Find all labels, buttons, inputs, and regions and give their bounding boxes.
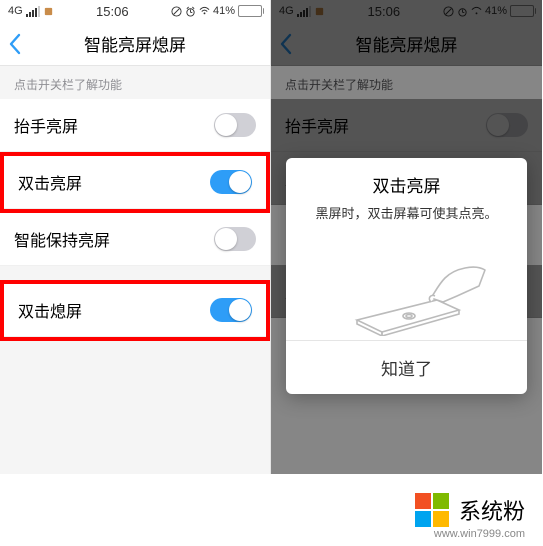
chevron-left-icon — [8, 33, 22, 55]
battery-icon — [238, 5, 262, 17]
modal-ok-button[interactable]: 知道了 — [286, 340, 527, 394]
toggle-doubletap-sleep[interactable] — [210, 298, 252, 322]
row-label: 智能保持亮屏 — [14, 227, 214, 251]
phone-left: 4G 15:06 41% 智能亮屏熄屏 点击开关栏了解功能 抬手亮屏 — [0, 0, 271, 474]
row-label: 双击亮屏 — [18, 170, 210, 194]
network-type: 4G — [8, 5, 23, 17]
row-smart-keep-on[interactable]: 智能保持亮屏 — [0, 213, 270, 266]
mute-icon — [171, 6, 182, 17]
phone-right: 4G 15:06 41% 智能亮屏熄屏 点击开 — [271, 0, 542, 474]
row-doubletap-sleep[interactable]: 双击熄屏 — [4, 284, 266, 337]
signal-icon — [26, 6, 40, 17]
status-bar: 4G 15:06 41% — [0, 0, 270, 22]
watermark-text: 系统粉 — [459, 494, 525, 526]
nav-bar: 智能亮屏熄屏 — [0, 22, 270, 66]
modal-illustration — [286, 232, 527, 340]
modal-desc: 黑屏时，双击屏幕可使其点亮。 — [286, 203, 527, 232]
modal: 双击亮屏 黑屏时，双击屏幕可使其点亮。 — [286, 158, 527, 394]
page-title: 智能亮屏熄屏 — [84, 31, 186, 56]
toggle-raise-to-wake[interactable] — [214, 113, 256, 137]
status-time: 15:06 — [96, 4, 129, 19]
watermark-url: www.win7999.com — [434, 528, 525, 540]
toggle-smart-keep[interactable] — [214, 227, 256, 251]
wifi-icon — [199, 6, 210, 17]
battery-pct: 41% — [213, 5, 235, 17]
highlight-box-2: 双击熄屏 — [0, 280, 270, 341]
row-label: 抬手亮屏 — [14, 113, 214, 137]
row-raise-to-wake[interactable]: 抬手亮屏 — [0, 99, 270, 152]
toggle-doubletap-wake[interactable] — [210, 170, 252, 194]
section-hint: 点击开关栏了解功能 — [0, 66, 270, 99]
modal-title: 双击亮屏 — [286, 158, 527, 203]
row-label: 双击熄屏 — [18, 298, 210, 322]
logo-icon — [415, 493, 449, 527]
badge-icon — [43, 6, 54, 17]
row-doubletap-wake[interactable]: 双击亮屏 — [4, 156, 266, 209]
back-button[interactable] — [8, 22, 22, 66]
highlight-box-1: 双击亮屏 — [0, 152, 270, 213]
watermark-bar: 系统粉 www.win7999.com — [0, 474, 543, 546]
alarm-icon — [185, 6, 196, 17]
